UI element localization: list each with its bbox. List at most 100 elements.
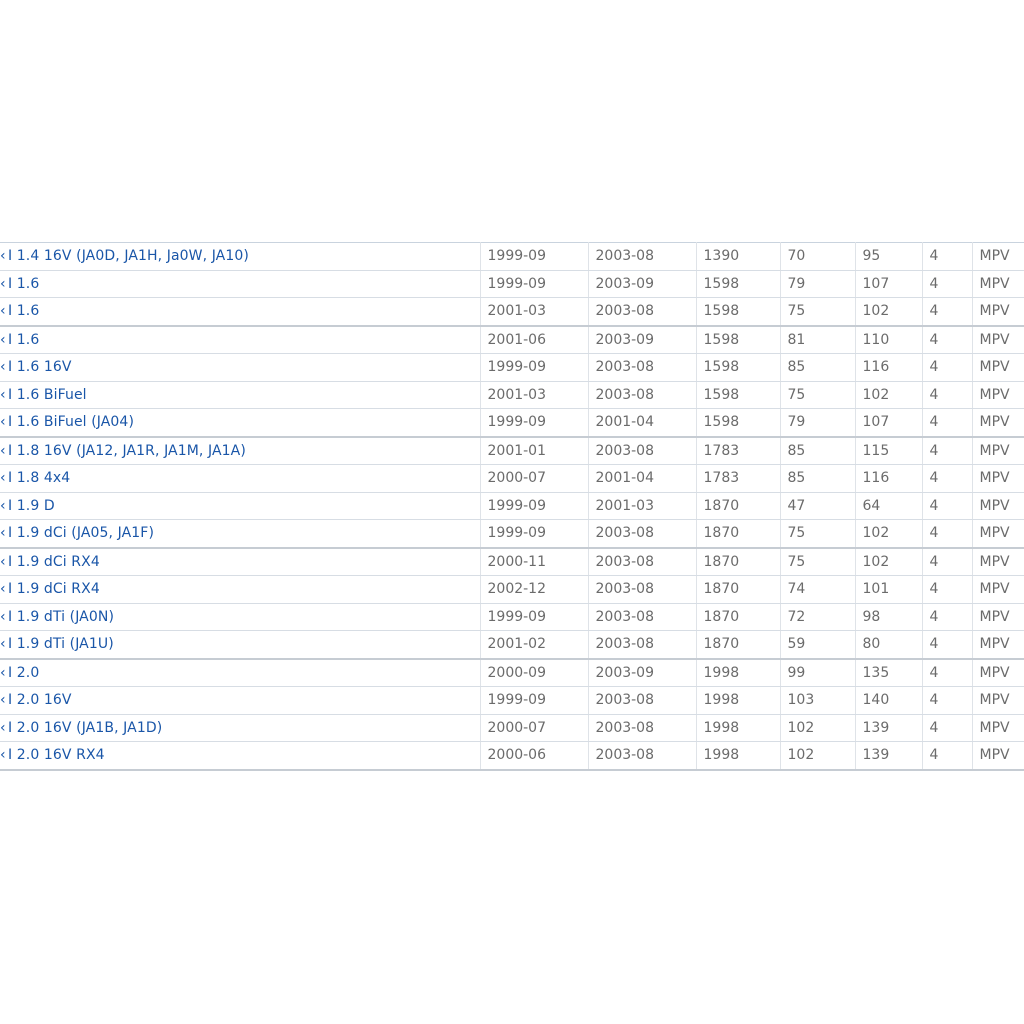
cylinders-cell: 4 [922,630,973,660]
table-row[interactable]: ‹ I 1.6 2001-03 2003-08 1598 75 102 4 MPV [0,297,1024,327]
model-cell[interactable]: ‹ I 2.0 16V [0,686,481,715]
power-hp-cell: 115 [855,436,923,465]
table-row[interactable]: ‹ I 1.8 16V (JA12, JA1R, JA1M, JA1A) 2001… [0,436,1024,465]
cylinders-cell: 4 [922,492,973,520]
model-name-link[interactable]: I 1.6 [8,276,39,292]
table-row[interactable]: ‹ I 1.6 1999-09 2003-09 1598 79 107 4 MPV [0,270,1024,298]
model-name-link[interactable]: I 2.0 16V [8,692,72,708]
year-from-cell: 2000-11 [480,547,589,576]
cylinders-cell: 4 [922,519,973,549]
model-name-link[interactable]: I 1.6 BiFuel [8,387,87,403]
table-row[interactable]: ‹ I 2.0 16V (JA1B, JA1D) 2000-07 2003-08 … [0,714,1024,742]
model-name-link[interactable]: I 1.9 dTi (JA1U) [8,636,114,652]
row-edge-glyph: ‹ [0,303,6,320]
model-name-link[interactable]: I 2.0 16V RX4 [8,747,105,763]
row-edge-glyph: ‹ [0,497,6,514]
table-row[interactable]: ‹ I 1.9 D 1999-09 2001-03 1870 47 64 4 MP… [0,492,1024,520]
year-from-cell: 1999-09 [480,603,589,631]
year-from-cell: 2001-01 [480,436,589,465]
model-cell[interactable]: ‹ I 1.9 D [0,492,481,520]
model-cell[interactable]: ‹ I 1.6 [0,297,481,327]
table-row[interactable]: ‹ I 1.8 4x4 2000-07 2001-04 1783 85 116 4… [0,464,1024,493]
model-cell[interactable]: ‹ I 1.9 dCi RX4 [0,547,481,576]
model-cell[interactable]: ‹ I 1.6 BiFuel [0,381,481,409]
table-row[interactable]: ‹ I 1.6 16V 1999-09 2003-08 1598 85 116 4… [0,353,1024,382]
power-kw-cell: 102 [780,741,856,771]
row-edge-glyph: ‹ [0,331,6,348]
table-row[interactable]: ‹ I 1.6 BiFuel 2001-03 2003-08 1598 75 10… [0,381,1024,409]
year-from-cell: 2000-07 [480,714,589,742]
model-name-link[interactable]: I 1.9 dTi (JA0N) [8,609,114,625]
model-cell[interactable]: ‹ I 1.8 16V (JA12, JA1R, JA1M, JA1A) [0,436,481,465]
body-type-cell: MPV [972,686,1024,715]
model-name-link[interactable]: I 1.8 4x4 [8,470,70,486]
model-name-link[interactable]: I 1.9 dCi RX4 [8,581,100,597]
year-to-cell: 2003-08 [588,686,697,715]
model-cell[interactable]: ‹ I 2.0 16V (JA1B, JA1D) [0,714,481,742]
year-from-cell: 1999-09 [480,519,589,549]
model-name-link[interactable]: I 1.6 [8,303,39,319]
table-row[interactable]: ‹ I 1.9 dCi RX4 2002-12 2003-08 1870 74 1… [0,575,1024,604]
table-row[interactable]: ‹ I 2.0 16V 1999-09 2003-08 1998 103 140 … [0,686,1024,715]
model-cell[interactable]: ‹ I 1.9 dTi (JA0N) [0,603,481,631]
model-cell[interactable]: ‹ I 2.0 16V RX4 [0,741,481,771]
table-row[interactable]: ‹ I 1.4 16V (JA0D, JA1H, Ja0W, JA10) 1999… [0,242,1024,271]
power-hp-cell: 135 [855,658,923,687]
model-name-link[interactable]: I 1.6 BiFuel (JA04) [8,414,134,430]
year-from-cell: 1999-09 [480,686,589,715]
model-cell[interactable]: ‹ I 1.6 BiFuel (JA04) [0,408,481,438]
model-cell[interactable]: ‹ I 1.6 [0,270,481,298]
body-type-cell: MPV [972,519,1024,549]
model-cell[interactable]: ‹ I 1.6 16V [0,353,481,382]
model-cell[interactable]: ‹ I 1.6 [0,325,481,354]
year-to-cell: 2003-08 [588,297,697,327]
row-edge-glyph: ‹ [0,359,6,376]
table-row[interactable]: ‹ I 1.9 dTi (JA0N) 1999-09 2003-08 1870 7… [0,603,1024,631]
year-from-cell: 1999-09 [480,353,589,382]
power-hp-cell: 140 [855,686,923,715]
cylinders-cell: 4 [922,686,973,715]
cylinders-cell: 4 [922,353,973,382]
model-cell[interactable]: ‹ I 1.9 dCi (JA05, JA1F) [0,519,481,549]
year-to-cell: 2003-08 [588,353,697,382]
table-row[interactable]: ‹ I 1.9 dTi (JA1U) 2001-02 2003-08 1870 5… [0,630,1024,660]
model-name-link[interactable]: I 1.9 D [8,498,55,514]
model-name-link[interactable]: I 2.0 [8,665,39,681]
engine-ccm-cell: 1783 [696,436,781,465]
table-row[interactable]: ‹ I 1.9 dCi (JA05, JA1F) 1999-09 2003-08 … [0,519,1024,549]
power-hp-cell: 116 [855,464,923,493]
model-cell[interactable]: ‹ I 1.8 4x4 [0,464,481,493]
power-kw-cell: 47 [780,492,856,520]
model-cell[interactable]: ‹ I 1.9 dTi (JA1U) [0,630,481,660]
row-edge-glyph: ‹ [0,664,6,681]
year-from-cell: 1999-09 [480,242,589,271]
engine-ccm-cell: 1870 [696,630,781,660]
table-row[interactable]: ‹ I 2.0 2000-09 2003-09 1998 99 135 4 MPV [0,658,1024,687]
cylinders-cell: 4 [922,464,973,493]
engine-ccm-cell: 1998 [696,686,781,715]
body-type-cell: MPV [972,714,1024,742]
body-type-cell: MPV [972,353,1024,382]
model-name-link[interactable]: I 1.6 [8,332,39,348]
cylinders-cell: 4 [922,381,973,409]
cylinders-cell: 4 [922,408,973,438]
year-to-cell: 2003-08 [588,714,697,742]
power-kw-cell: 81 [780,325,856,354]
model-name-link[interactable]: I 1.6 16V [8,359,72,375]
model-cell[interactable]: ‹ I 1.4 16V (JA0D, JA1H, Ja0W, JA10) [0,242,481,271]
model-name-link[interactable]: I 1.4 16V (JA0D, JA1H, Ja0W, JA10) [8,248,249,264]
model-cell[interactable]: ‹ I 2.0 [0,658,481,687]
model-name-link[interactable]: I 1.9 dCi RX4 [8,554,100,570]
year-from-cell: 2001-03 [480,381,589,409]
year-from-cell: 2000-07 [480,464,589,493]
model-name-link[interactable]: I 1.9 dCi (JA05, JA1F) [8,525,154,541]
model-name-link[interactable]: I 1.8 16V (JA12, JA1R, JA1M, JA1A) [8,443,246,459]
model-cell[interactable]: ‹ I 1.9 dCi RX4 [0,575,481,604]
body-type-cell: MPV [972,741,1024,771]
model-name-link[interactable]: I 2.0 16V (JA1B, JA1D) [8,720,162,736]
year-from-cell: 1999-09 [480,270,589,298]
table-row[interactable]: ‹ I 2.0 16V RX4 2000-06 2003-08 1998 102 … [0,741,1024,771]
table-row[interactable]: ‹ I 1.9 dCi RX4 2000-11 2003-08 1870 75 1… [0,547,1024,576]
table-row[interactable]: ‹ I 1.6 BiFuel (JA04) 1999-09 2001-04 159… [0,408,1024,438]
table-row[interactable]: ‹ I 1.6 2001-06 2003-09 1598 81 110 4 MPV [0,325,1024,354]
